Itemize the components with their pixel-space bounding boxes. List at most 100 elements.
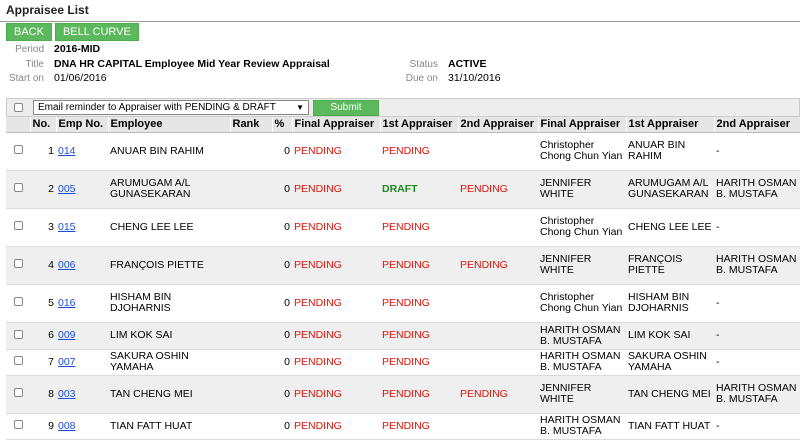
emp-no-link[interactable]: 007 [58, 356, 76, 368]
row-select-cell [6, 349, 30, 376]
emp-no-link[interactable]: 009 [58, 329, 76, 341]
emp-no-link[interactable]: 005 [58, 183, 76, 195]
second-appraiser-status: PENDING [458, 375, 538, 414]
title-value: DNA HR CAPITAL Employee Mid Year Review … [54, 58, 330, 70]
back-button[interactable]: BACK [6, 23, 52, 41]
rank-cell [230, 349, 272, 376]
select-all-checkbox[interactable] [14, 103, 23, 112]
action-buttons: BACK BELL CURVE [6, 23, 139, 42]
header-final-appraiser-status[interactable]: Final Appraiser [292, 117, 381, 133]
second-appraiser-name: HARITH OSMAN B. MUSTAFA [714, 170, 800, 209]
row-number: 6 [30, 322, 56, 350]
second-appraiser-status [458, 349, 538, 376]
row-checkbox[interactable] [13, 145, 23, 154]
header-employee[interactable]: Employee [108, 117, 231, 133]
status-label: Status [409, 59, 438, 70]
final-appraiser-name: JENNIFER WHITE [538, 375, 626, 414]
row-checkbox[interactable] [13, 388, 23, 397]
final-appraiser-status: PENDING [292, 170, 380, 209]
first-appraiser-name: TIAN FATT HUAT [626, 413, 714, 440]
percent-cell: 0 [272, 208, 292, 247]
emp-no-cell: 014 [56, 132, 108, 171]
final-appraiser-status: PENDING [292, 413, 380, 440]
percent-cell: 0 [272, 246, 292, 285]
row-number: 3 [30, 208, 56, 247]
second-appraiser-status [458, 322, 538, 350]
row-checkbox[interactable] [13, 297, 23, 306]
emp-no-link[interactable]: 014 [58, 145, 76, 157]
header-no: No. [30, 117, 57, 133]
percent-cell: 0 [272, 375, 292, 414]
emp-no-cell: 006 [56, 246, 108, 285]
employee-name: HISHAM BIN DJOHARNIS [108, 284, 230, 323]
rank-cell [230, 375, 272, 414]
final-appraiser-name: HARITH OSMAN B. MUSTAFA [538, 413, 626, 440]
header-second-appraiser-status[interactable]: 2nd Appraiser [458, 117, 539, 133]
row-checkbox[interactable] [13, 420, 23, 429]
row-number: 5 [30, 284, 56, 323]
first-appraiser-name: CHENG LEE LEE [626, 208, 714, 247]
period-value: 2016-MID [54, 43, 101, 55]
final-appraiser-status: PENDING [292, 375, 380, 414]
first-appraiser-name: ARUMUGAM A/L GUNASEKARAN [626, 170, 714, 209]
row-select-cell [6, 246, 30, 285]
first-appraiser-name: ANUAR BIN RAHIM [626, 132, 714, 171]
submit-button[interactable]: Submit [313, 99, 379, 116]
emp-no-link[interactable]: 008 [58, 420, 76, 432]
final-appraiser-status: PENDING [292, 246, 380, 285]
row-checkbox[interactable] [13, 183, 23, 192]
employee-name: ANUAR BIN RAHIM [108, 132, 230, 171]
first-appraiser-status: PENDING [380, 375, 458, 414]
emp-no-link[interactable]: 006 [58, 259, 76, 271]
table-row: 2 005 ARUMUGAM A/L GUNASEKARAN 0 PENDING DRAF… [6, 170, 800, 209]
employee-name: CHENG LEE LEE [108, 208, 230, 247]
final-appraiser-status: PENDING [292, 322, 380, 350]
second-appraiser-status [458, 284, 538, 323]
second-appraiser-name: - [714, 349, 800, 376]
row-select-cell [6, 208, 30, 247]
header-rank[interactable]: Rank [230, 117, 273, 133]
rank-cell [230, 284, 272, 323]
row-select-cell [6, 322, 30, 350]
period-label: Period [15, 44, 44, 55]
row-select-cell [6, 284, 30, 323]
header-first-appraiser-status[interactable]: 1st Appraiser [380, 117, 459, 133]
rank-cell [230, 208, 272, 247]
second-appraiser-status: PENDING [458, 170, 538, 209]
row-checkbox[interactable] [13, 221, 23, 230]
header-second-appraiser-name[interactable]: 2nd Appraiser [714, 117, 800, 133]
page-title: Appraisee List [0, 0, 800, 22]
header-percent[interactable]: % [272, 117, 293, 133]
employee-name: ARUMUGAM A/L GUNASEKARAN [108, 170, 230, 209]
row-checkbox[interactable] [13, 329, 23, 339]
first-appraiser-status: PENDING [380, 246, 458, 285]
percent-cell: 0 [272, 170, 292, 209]
header-first-appraiser-name[interactable]: 1st Appraiser [626, 117, 715, 133]
final-appraiser-status: PENDING [292, 349, 380, 376]
first-appraiser-name: SAKURA OSHIN YAMAHA [626, 349, 714, 376]
percent-cell: 0 [272, 284, 292, 323]
bell-curve-button[interactable]: BELL CURVE [54, 23, 139, 41]
final-appraiser-name: HARITH OSMAN B. MUSTAFA [538, 349, 626, 376]
emp-no-link[interactable]: 016 [58, 297, 76, 309]
header-select [6, 117, 31, 133]
header-final-appraiser-name[interactable]: Final Appraiser [538, 117, 627, 133]
table-row: 7 007 SAKURA OSHIN YAMAHA 0 PENDING PENDING HA… [6, 349, 800, 376]
emp-no-link[interactable]: 015 [58, 221, 76, 233]
header-emp-no[interactable]: Emp No. [56, 117, 109, 133]
final-appraiser-name: Christopher Chong Chun Yian [538, 284, 626, 323]
emp-no-link[interactable]: 003 [58, 388, 76, 400]
table-row: 4 006 FRANÇOIS PIETTE 0 PENDING PENDING PENDIN… [6, 246, 800, 285]
row-checkbox[interactable] [13, 356, 23, 365]
start-label: Start on [8, 73, 44, 84]
emp-no-cell: 003 [56, 375, 108, 414]
second-appraiser-name: - [714, 132, 800, 171]
first-appraiser-status: PENDING [380, 132, 458, 171]
reminder-select[interactable]: Email reminder to Appraiser with PENDING… [33, 100, 309, 115]
second-appraiser-name: - [714, 322, 800, 350]
first-appraiser-status: PENDING [380, 322, 458, 350]
table-row: 6 009 LIM KOK SAI 0 PENDING PENDING HARITH OSM… [6, 322, 800, 350]
row-checkbox[interactable] [13, 259, 23, 268]
employee-name: TIAN FATT HUAT [108, 413, 230, 440]
emp-no-cell: 008 [56, 413, 108, 440]
